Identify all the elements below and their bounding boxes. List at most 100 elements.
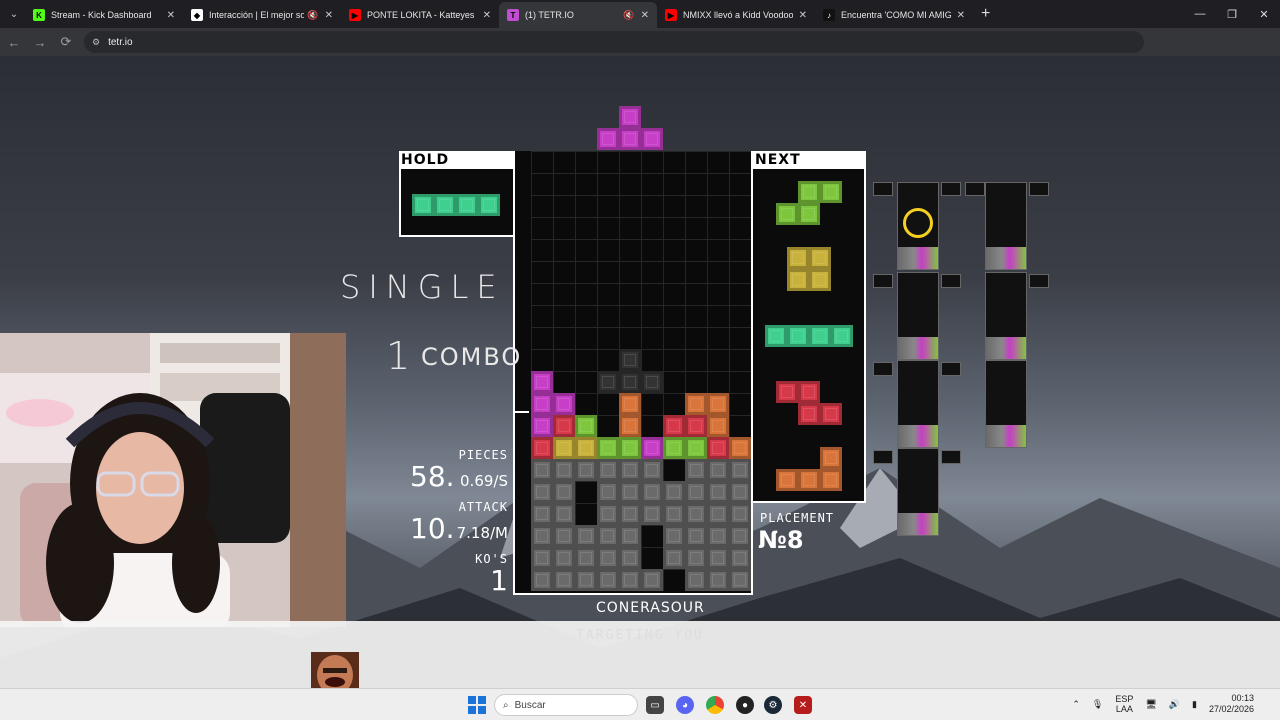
falling-piece-cell xyxy=(619,128,641,150)
tab-mute-icon[interactable]: 🔇 xyxy=(307,10,318,21)
next-piece-cell xyxy=(787,247,809,269)
placement-value: №8 xyxy=(758,526,804,554)
clock[interactable]: 00:13 27/02/2026 xyxy=(1209,693,1254,715)
microphone-icon[interactable]: 🎙 xyxy=(1092,699,1103,710)
garbage-cell xyxy=(729,481,751,503)
next-piece-cell xyxy=(765,325,787,347)
opponent-mini-board[interactable] xyxy=(965,182,985,196)
browser-tab[interactable]: ♪ Encuentra 'COMO MI AMIGO C ✕ xyxy=(815,2,973,28)
maximize-button[interactable]: ❐ xyxy=(1216,0,1248,28)
locked-block-cell xyxy=(685,393,707,415)
next-piece-cell xyxy=(776,381,798,403)
dota-icon[interactable]: ✕ xyxy=(794,696,812,714)
tab-close-icon[interactable]: ✕ xyxy=(325,10,333,21)
tab-close-icon[interactable]: ✕ xyxy=(641,10,649,21)
locked-block-cell xyxy=(619,393,641,415)
taskbar-search-box[interactable]: ⌕ Buscar xyxy=(494,694,638,716)
network-icon[interactable]: 🖥 xyxy=(1145,699,1156,710)
tab-favicon-icon: ▶ xyxy=(665,9,677,21)
reload-button[interactable]: ⟳ xyxy=(54,30,78,54)
new-tab-button[interactable]: + xyxy=(981,5,990,23)
opponent-mini-board[interactable] xyxy=(941,450,961,464)
opponent-mini-board[interactable] xyxy=(941,182,961,196)
back-button[interactable]: ← xyxy=(2,30,26,54)
next-piece-cell xyxy=(776,469,798,491)
locked-block-cell xyxy=(531,393,553,415)
opponent-mini-board[interactable] xyxy=(873,182,893,196)
opponent-mini-board[interactable] xyxy=(897,360,939,448)
player-name: CONERASOUR xyxy=(596,600,705,616)
opponent-stack xyxy=(898,337,938,359)
close-window-button[interactable]: ✕ xyxy=(1248,0,1280,28)
window-controls: — ❐ ✕ xyxy=(1184,0,1280,28)
garbage-cell xyxy=(729,547,751,569)
opponent-mini-board[interactable] xyxy=(873,450,893,464)
opponent-mini-board[interactable] xyxy=(985,272,1027,360)
tab-close-icon[interactable]: ✕ xyxy=(167,10,175,21)
garbage-cell xyxy=(597,547,619,569)
garbage-cell xyxy=(729,525,751,547)
tab-mute-icon[interactable]: 🔇 xyxy=(623,10,634,21)
opponent-mini-board[interactable] xyxy=(985,182,1027,270)
obs-icon[interactable]: ● xyxy=(736,696,754,714)
locked-block-cell xyxy=(531,415,553,437)
opponent-mini-board[interactable] xyxy=(941,274,961,288)
tab-search-button[interactable]: ⌄ xyxy=(3,4,25,24)
browser-tab[interactable]: ▶ PONTE LOKITA - Katteyes x Kid ✕ xyxy=(341,2,499,28)
garbage-cell xyxy=(597,459,619,481)
opponent-mini-board[interactable] xyxy=(873,362,893,376)
garbage-cell xyxy=(619,569,641,591)
discord-icon[interactable]: ◕ xyxy=(676,696,694,714)
combo-count: 1 xyxy=(386,334,411,378)
browser-tab[interactable]: ▶ NMIXX llevó a Kidd Voodoo al ✕ xyxy=(657,2,815,28)
falling-piece-cell xyxy=(597,128,619,150)
browser-tab[interactable]: ◆ Interacción | El mejor softw🔇 ✕ xyxy=(183,2,341,28)
opponent-stack xyxy=(986,247,1026,269)
opponent-mini-board[interactable] xyxy=(897,448,939,536)
next-piece-cell xyxy=(798,381,820,403)
garbage-cell xyxy=(707,547,729,569)
volume-icon[interactable]: 🔊 xyxy=(1169,699,1180,710)
tab-close-icon[interactable]: ✕ xyxy=(957,10,965,21)
hold-piece-cell xyxy=(412,194,434,216)
opponent-stack xyxy=(898,513,938,535)
opponent-mini-board[interactable] xyxy=(941,362,961,376)
next-piece-cell xyxy=(787,325,809,347)
opponent-stack xyxy=(898,425,938,447)
game-board[interactable] xyxy=(513,151,753,595)
tab-close-icon[interactable]: ✕ xyxy=(483,10,491,21)
garbage-cell xyxy=(553,525,575,547)
chrome-icon[interactable] xyxy=(706,696,724,714)
falling-piece-cell xyxy=(619,106,641,128)
battery-icon[interactable]: ▮ xyxy=(1192,699,1197,710)
language-indicator[interactable]: ESP LAA xyxy=(1115,694,1133,714)
opponent-mini-board[interactable] xyxy=(985,360,1027,448)
url-field[interactable]: ⚙ tetr.io xyxy=(84,31,1144,53)
tabs-container: K Stream - Kick Dashboard ✕ ◆ Interacción | … xyxy=(25,0,973,28)
steam-icon[interactable]: ⚙ xyxy=(764,696,782,714)
clock-date: 27/02/2026 xyxy=(1208,704,1254,714)
task-view-icon[interactable]: ▭ xyxy=(646,696,664,714)
browser-tab[interactable]: K Stream - Kick Dashboard ✕ xyxy=(25,2,183,28)
forward-button[interactable]: → xyxy=(28,30,52,54)
locked-block-cell xyxy=(707,415,729,437)
garbage-cell xyxy=(685,525,707,547)
targeting-text: TARGETING YOU xyxy=(576,628,704,643)
chevron-up-icon[interactable]: ⌃ xyxy=(1072,699,1080,710)
search-icon: ⌕ xyxy=(503,699,509,711)
opponent-mini-board[interactable] xyxy=(873,274,893,288)
opponent-mini-board[interactable] xyxy=(897,272,939,360)
attack-rate: 7.18/M xyxy=(456,524,508,542)
minimize-button[interactable]: — xyxy=(1184,0,1216,28)
opponent-mini-board[interactable] xyxy=(1029,182,1049,196)
garbage-cell xyxy=(663,525,685,547)
garbage-cell xyxy=(575,569,597,591)
site-info-icon[interactable]: ⚙ xyxy=(92,37,100,48)
tab-close-icon[interactable]: ✕ xyxy=(799,10,807,21)
next-piece-cell xyxy=(820,403,842,425)
browser-tab[interactable]: T (1) TETR.IO 🔇 ✕ xyxy=(499,2,657,28)
start-button[interactable] xyxy=(468,696,486,714)
hold-piece-cell xyxy=(434,194,456,216)
opponent-mini-board[interactable] xyxy=(1029,274,1049,288)
ghost-cell xyxy=(619,349,641,371)
